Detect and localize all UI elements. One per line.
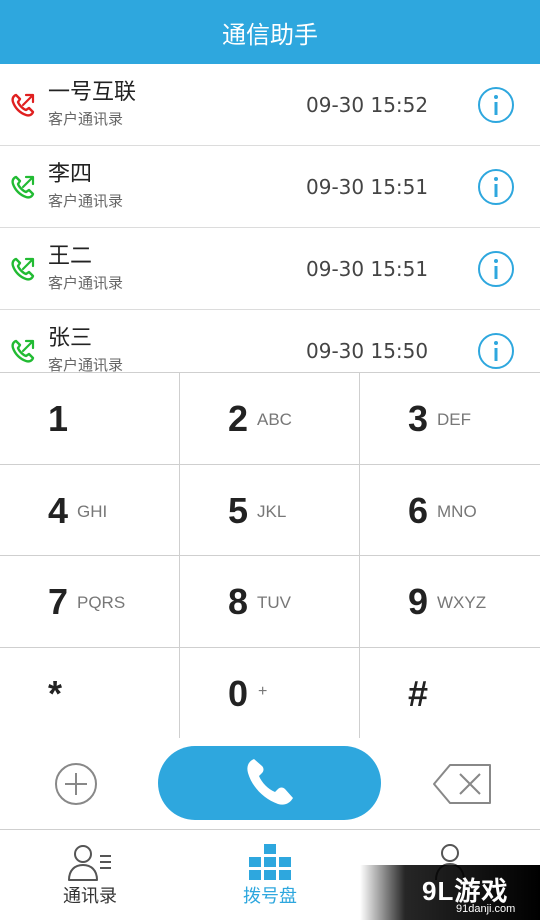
info-icon[interactable]	[477, 332, 515, 370]
key-letters: DEF	[437, 410, 471, 429]
info-icon[interactable]	[477, 250, 515, 288]
call-time: 09-30 15:50	[306, 339, 429, 363]
key-digit: *	[48, 672, 63, 714]
key-letters: MNO	[437, 501, 477, 521]
key-letters: JKL	[257, 501, 287, 521]
dialpad-grid-icon	[249, 844, 291, 880]
call-log-row[interactable]: 李四 客户通讯录 09-30 15:51	[0, 146, 540, 228]
dial-key-5[interactable]: 5 JKL	[180, 464, 360, 556]
call-log-list[interactable]: 一号互联 客户通讯录 09-30 15:52 李四 客户通讯录 09-30 15…	[0, 64, 540, 372]
key-digit: 3	[408, 398, 429, 439]
contact-source: 客户通讯录	[48, 192, 124, 210]
contact-name: 李四	[48, 162, 93, 187]
dial-key-3[interactable]: 3 DEF	[360, 373, 540, 465]
contact-source: 客户通讯录	[48, 274, 124, 292]
dial-key-star[interactable]: *	[0, 647, 180, 739]
contact-source: 客户通讯录	[48, 110, 124, 128]
dial-key-7[interactable]: 7 PQRS	[0, 556, 180, 648]
call-time: 09-30 15:51	[306, 175, 429, 199]
key-digit: 5	[228, 489, 249, 531]
info-icon[interactable]	[477, 168, 515, 206]
key-letters: WXYZ	[437, 593, 487, 612]
dial-key-8[interactable]: 8 TUV	[180, 556, 360, 648]
key-letters: PQRS	[77, 593, 126, 612]
dial-key-0[interactable]: 0 +	[180, 647, 360, 739]
call-log-row[interactable]: 张三 客户通讯录 09-30 15:50	[0, 310, 540, 372]
plus-circle-icon[interactable]	[54, 762, 98, 806]
contact-name: 王二	[48, 244, 93, 269]
key-digit: 2	[228, 398, 249, 439]
outgoing-call-icon	[11, 257, 35, 281]
outgoing-call-icon	[11, 93, 35, 117]
watermark-url: 91danji.com	[456, 903, 516, 915]
key-digit: 7	[48, 581, 69, 622]
key-letters: +	[258, 682, 268, 700]
key-digit: 8	[228, 581, 249, 622]
dial-key-2[interactable]: 2 ABC	[180, 373, 360, 465]
app-title: 通信助手	[222, 20, 318, 49]
key-digit: 9	[408, 581, 429, 622]
key-digit: 6	[408, 489, 429, 531]
watermark-overlay: 9L游戏 91danji.com	[360, 865, 540, 920]
dial-key-9[interactable]: 9 WXYZ	[360, 556, 540, 648]
tab-label: 拨号盘	[243, 886, 297, 907]
dial-key-4[interactable]: 4 GHI	[0, 464, 180, 556]
dial-key-hash[interactable]: #	[360, 647, 540, 739]
tab-label: 通讯录	[63, 886, 117, 907]
call-log-row[interactable]: 王二 客户通讯录 09-30 15:51	[0, 228, 540, 310]
call-time: 09-30 15:51	[306, 257, 429, 281]
contact-name: 张三	[48, 326, 93, 351]
call-time: 09-30 15:52	[306, 93, 429, 117]
call-button[interactable]	[158, 746, 381, 820]
contacts-icon	[68, 845, 111, 881]
call-log-row[interactable]: 一号互联 客户通讯录 09-30 15:52	[0, 64, 540, 146]
phone-handset-icon	[246, 759, 293, 805]
key-digit: 4	[48, 489, 69, 531]
contact-name: 一号互联	[48, 80, 137, 105]
dial-key-6[interactable]: 6 MNO	[360, 464, 540, 556]
key-letters: GHI	[77, 501, 108, 521]
key-digit: #	[408, 672, 429, 714]
dial-action-bar	[0, 738, 540, 830]
backspace-icon[interactable]	[432, 762, 494, 806]
dialpad: 1 2 ABC 3 DEF 4 GHI 5 JKL 6 MNO 7 PQRS 8…	[0, 372, 540, 739]
tab-contacts[interactable]: 通讯录	[0, 830, 180, 920]
key-digit: 1	[48, 398, 69, 439]
title-bar: 通信助手	[0, 0, 540, 64]
contact-source: 客户通讯录	[48, 356, 124, 372]
key-digit: 0	[228, 672, 249, 714]
dial-key-1[interactable]: 1	[0, 373, 180, 465]
outgoing-call-icon	[11, 175, 35, 199]
outgoing-call-icon	[11, 339, 35, 363]
info-icon[interactable]	[477, 86, 515, 124]
tab-dialpad[interactable]: 拨号盘	[180, 830, 360, 920]
key-letters: ABC	[257, 410, 292, 429]
key-letters: TUV	[257, 593, 291, 612]
